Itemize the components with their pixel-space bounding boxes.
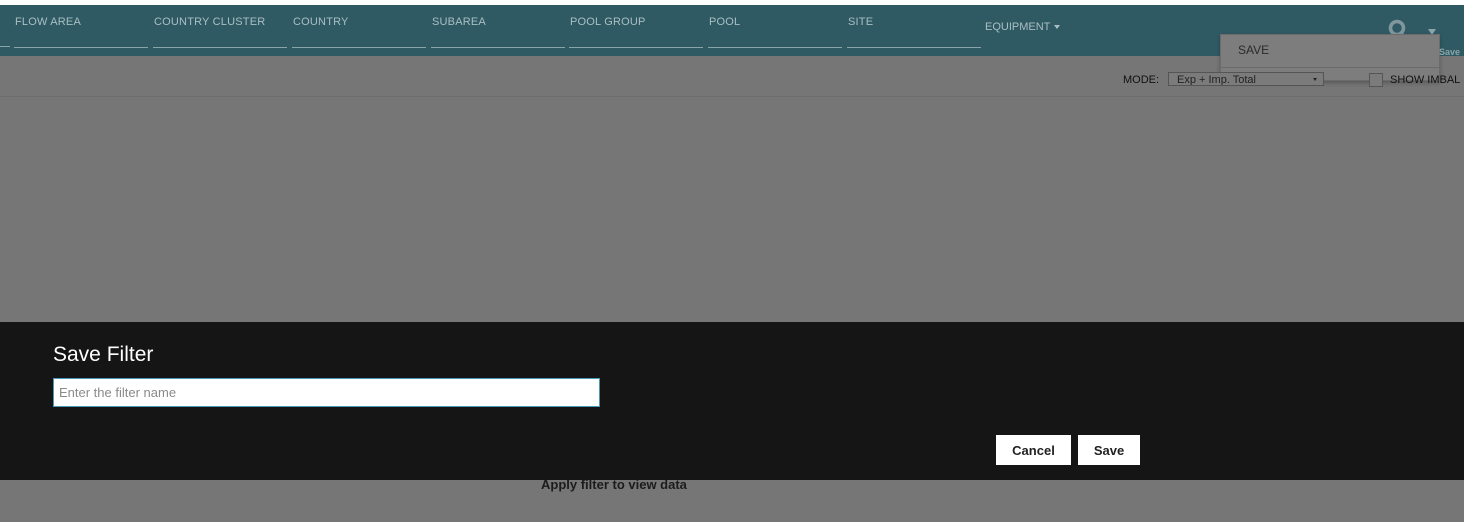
- filter-pool-group[interactable]: POOL GROUP: [569, 5, 703, 48]
- filter-site[interactable]: SITE: [847, 5, 981, 48]
- dialog-title: Save Filter: [53, 343, 154, 366]
- filter-subarea[interactable]: SUBAREA: [431, 5, 565, 48]
- filter-country[interactable]: COUNTRY: [292, 5, 426, 48]
- filter-name-input[interactable]: [53, 378, 600, 407]
- filter-label: SUBAREA: [432, 16, 486, 28]
- save-menu-item[interactable]: SAVE: [1238, 43, 1269, 57]
- filter-label: POOL: [709, 16, 741, 28]
- show-imbalance-label: SHOW IMBAL: [1390, 74, 1461, 86]
- save-button[interactable]: Save: [1078, 435, 1140, 465]
- mode-select-value: Exp + Imp. Total: [1177, 74, 1256, 86]
- filter-country-cluster[interactable]: COUNTRY CLUSTER: [153, 5, 287, 48]
- filter-label: COUNTRY CLUSTER: [154, 16, 266, 28]
- mode-select[interactable]: Exp + Imp. Total: [1168, 72, 1324, 86]
- equipment-label: EQUIPMENT: [985, 21, 1051, 33]
- mode-toolbar: MODE: Exp + Imp. Total SHOW IMBAL: [0, 56, 1464, 97]
- filter-label: FLOW AREA: [15, 16, 81, 28]
- filter-edge-line: [0, 46, 10, 47]
- save-filter-dialog: Save Filter Cancel Save: [0, 322, 1464, 480]
- mode-label: MODE:: [1123, 74, 1160, 86]
- filter-label: COUNTRY: [293, 16, 349, 28]
- filter-pool[interactable]: POOL: [708, 5, 842, 48]
- show-imbalance-checkbox[interactable]: [1369, 73, 1383, 87]
- caret-down-icon: [1054, 25, 1061, 30]
- select-arrow-icon: [1313, 78, 1317, 81]
- equipment-dropdown[interactable]: EQUIPMENT: [985, 21, 1061, 33]
- filter-flow-area[interactable]: FLOW AREA: [14, 5, 148, 48]
- filter-label: POOL GROUP: [570, 16, 646, 28]
- filter-label: SITE: [848, 16, 874, 28]
- cancel-button[interactable]: Cancel: [996, 435, 1071, 465]
